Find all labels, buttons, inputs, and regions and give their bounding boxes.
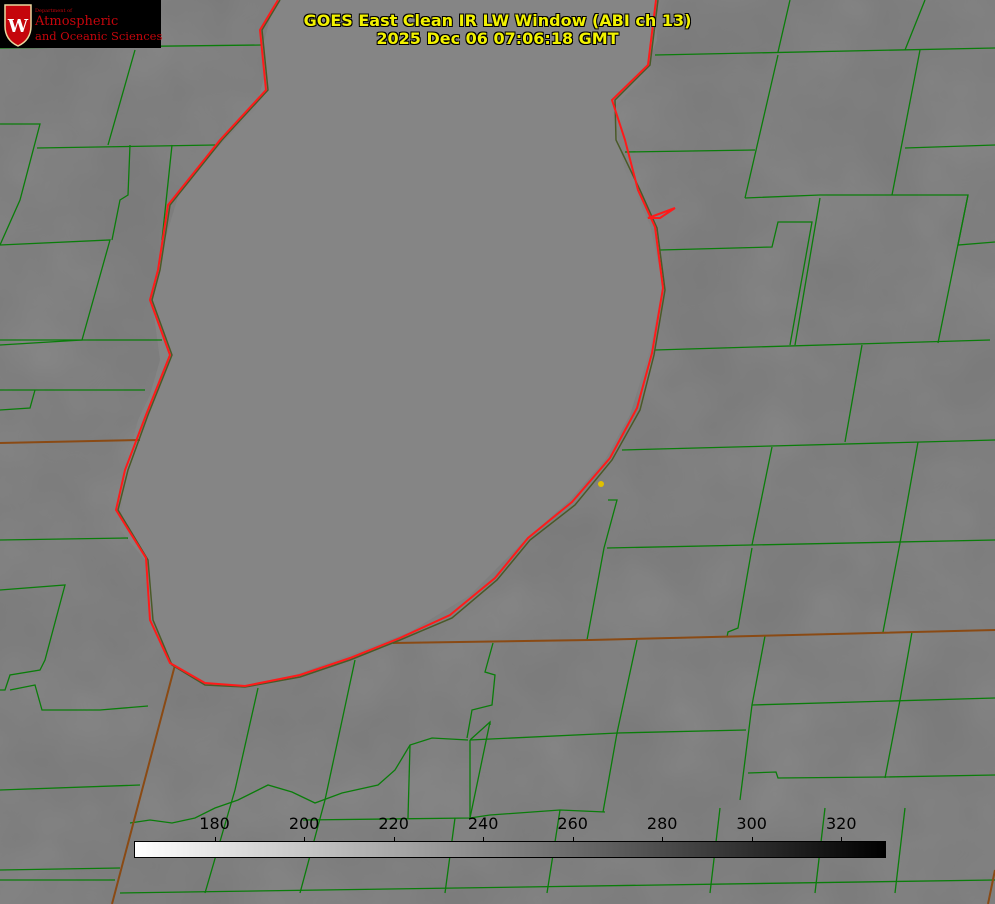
colorbar-tick-label: 240 [467,814,499,833]
station-marker [598,481,604,487]
colorbar-tick-label: 180 [199,814,230,833]
colorbar-tick-label: 260 [557,814,588,833]
colorbar-tick-label: 200 [288,814,320,833]
colorbar-tick-label: 280 [646,814,678,833]
satellite-viewer: W Department of Atmospheric and Oceanic … [0,0,995,904]
temperature-colorbar [134,841,886,858]
image-title: GOES East Clean IR LW Window (ABI ch 13) [303,11,692,30]
image-timestamp: 2025 Dec 06 07:06:18 GMT [376,29,619,48]
colorbar-tick-label: 320 [825,814,857,833]
colorbar-tick-label: 300 [736,814,767,833]
colorbar-tick-label: 220 [378,814,409,833]
satellite-map [0,0,995,904]
